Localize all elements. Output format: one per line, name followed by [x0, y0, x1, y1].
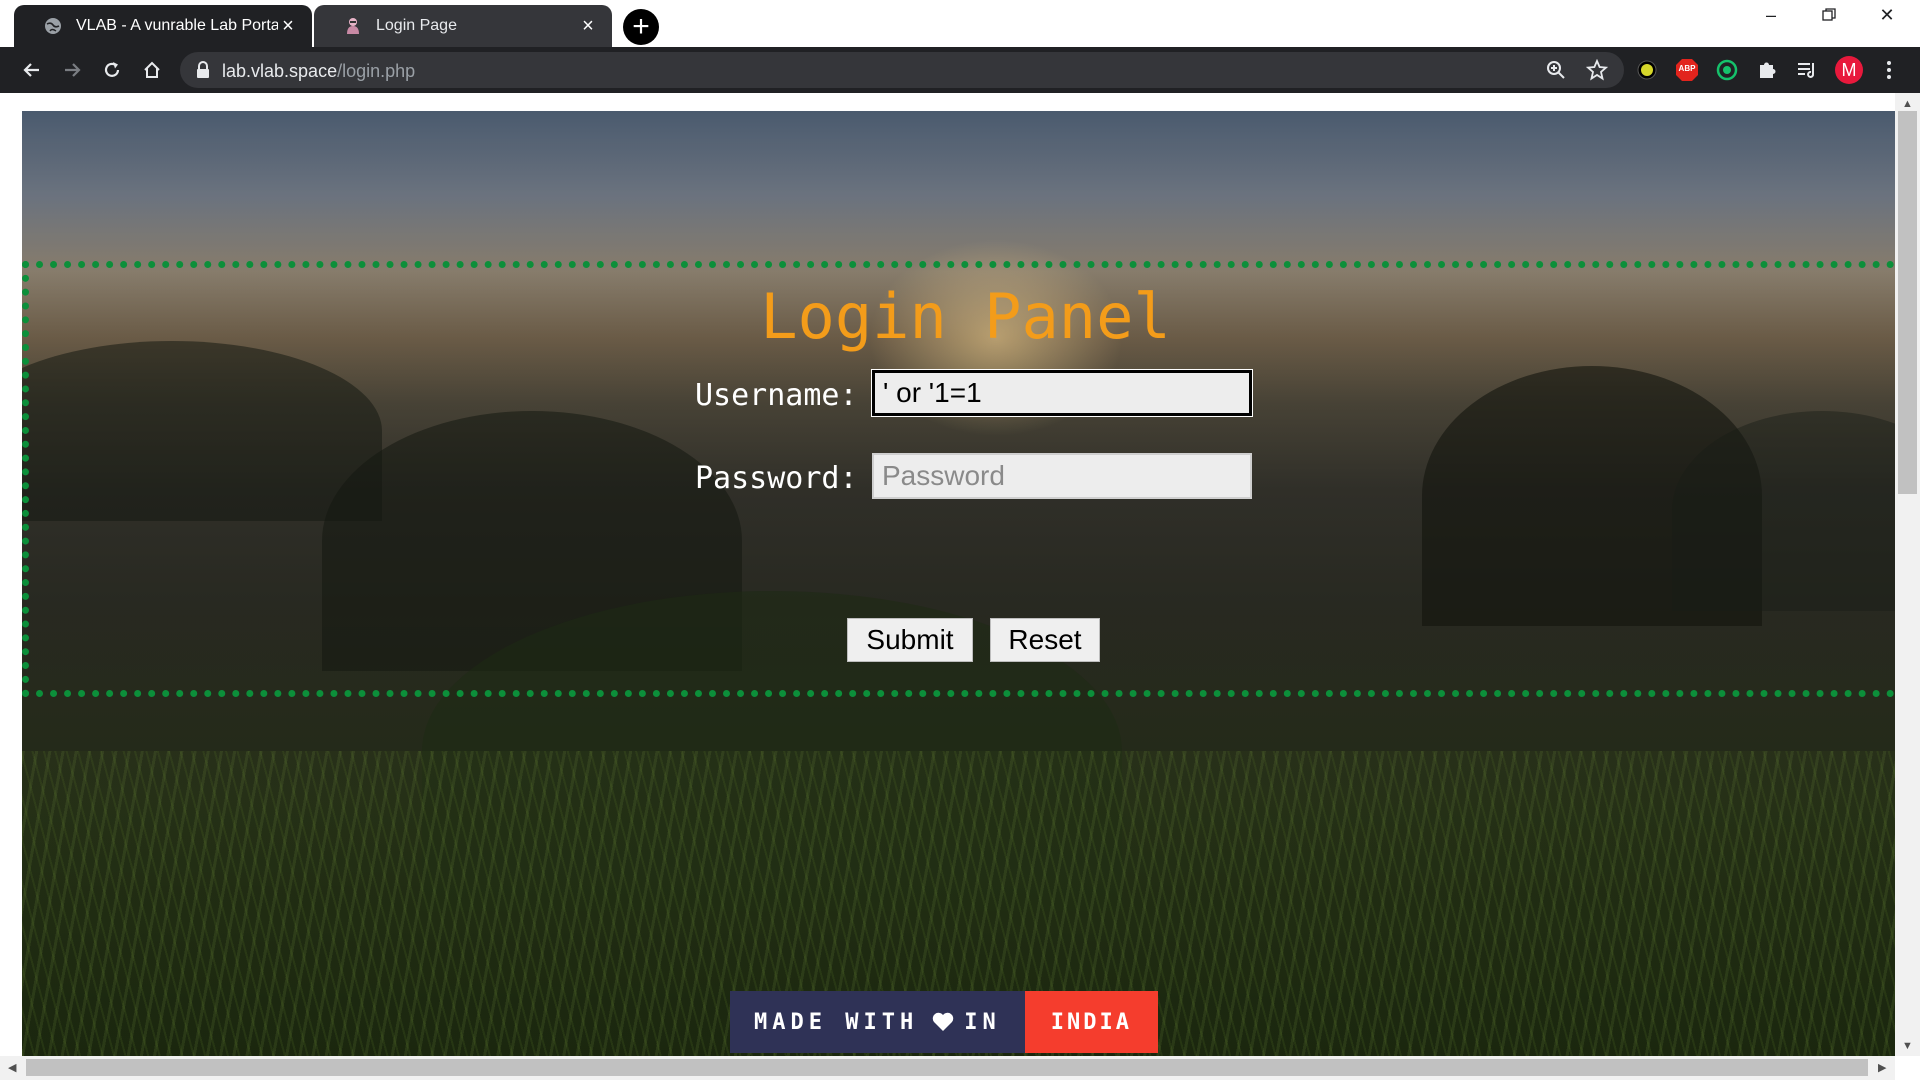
new-tab-button[interactable]: + — [623, 9, 659, 45]
reload-icon[interactable] — [97, 55, 127, 85]
minimize-button[interactable]: – — [1742, 0, 1800, 30]
close-icon[interactable]: × — [578, 15, 598, 37]
hacker-icon — [344, 17, 362, 35]
zoom-icon[interactable] — [1546, 60, 1566, 85]
restore-button[interactable] — [1800, 0, 1858, 30]
badge-in-text: IN — [964, 1009, 1001, 1035]
browser-toolbar: lab.vlab.space/login.php ABP M — [0, 47, 1920, 93]
back-arrow-icon[interactable] — [17, 55, 47, 85]
reading-list-icon[interactable] — [1795, 58, 1819, 82]
scroll-down-arrow-icon[interactable]: ▼ — [1902, 1040, 1913, 1052]
made-in-india-badge: MADE WITH IN INDIA — [730, 991, 1158, 1053]
password-label: Password: — [695, 461, 858, 496]
globe-icon — [44, 17, 62, 35]
vertical-scroll-thumb[interactable] — [1898, 111, 1917, 494]
page-title: Login Panel — [760, 280, 1171, 353]
login-panel: Login Panel Username: Password: Submit R… — [22, 261, 1895, 697]
tab-vlab-portal[interactable]: VLAB - A vunrable Lab Portal × — [14, 5, 312, 47]
username-input[interactable] — [871, 369, 1253, 417]
grammar-extension-icon[interactable] — [1715, 58, 1739, 82]
username-label: Username: — [695, 378, 858, 413]
abp-label: ABP — [1678, 64, 1696, 73]
forward-arrow-icon[interactable] — [57, 55, 87, 85]
tab-title: VLAB - A vunrable Lab Portal — [76, 17, 278, 34]
adblock-extension-icon[interactable]: ABP — [1675, 58, 1699, 82]
reset-button[interactable]: Reset — [990, 618, 1100, 662]
password-input[interactable] — [872, 453, 1252, 499]
scroll-left-arrow-icon[interactable]: ◀ — [8, 1061, 16, 1074]
profile-avatar[interactable]: M — [1835, 56, 1863, 84]
home-icon[interactable] — [137, 55, 167, 85]
page-background: Login Panel Username: Password: Submit R… — [22, 111, 1895, 1056]
scroll-right-arrow-icon[interactable]: ▶ — [1878, 1061, 1886, 1074]
url-text[interactable]: lab.vlab.space/login.php — [222, 61, 415, 82]
bookmark-star-icon[interactable] — [1585, 58, 1609, 86]
badge-made-with: MADE WITH IN — [730, 991, 1025, 1053]
badge-made-with-text: MADE WITH — [754, 1009, 919, 1035]
window-close-button[interactable]: ✕ — [1858, 0, 1916, 30]
url-domain: lab.vlab.space — [222, 61, 338, 81]
submit-button[interactable]: Submit — [847, 618, 973, 662]
badge-india: INDIA — [1024, 991, 1158, 1053]
close-icon[interactable]: × — [278, 15, 298, 37]
tab-title: Login Page — [376, 17, 457, 34]
kebab-menu-icon[interactable] — [1877, 58, 1901, 82]
horizontal-scroll-thumb[interactable] — [26, 1059, 1868, 1076]
moon-extension-icon[interactable] — [1635, 58, 1659, 82]
lock-icon[interactable] — [196, 61, 210, 84]
scroll-up-arrow-icon[interactable]: ▲ — [1902, 98, 1913, 110]
address-bar[interactable]: lab.vlab.space/login.php — [180, 52, 1624, 88]
url-path: /login.php — [337, 61, 416, 81]
tab-strip: VLAB - A vunrable Lab Portal × Login Pag… — [0, 0, 1920, 47]
heart-icon — [932, 1012, 954, 1032]
tab-login-page[interactable]: Login Page × — [314, 5, 612, 47]
puzzle-extensions-icon[interactable] — [1755, 58, 1779, 82]
